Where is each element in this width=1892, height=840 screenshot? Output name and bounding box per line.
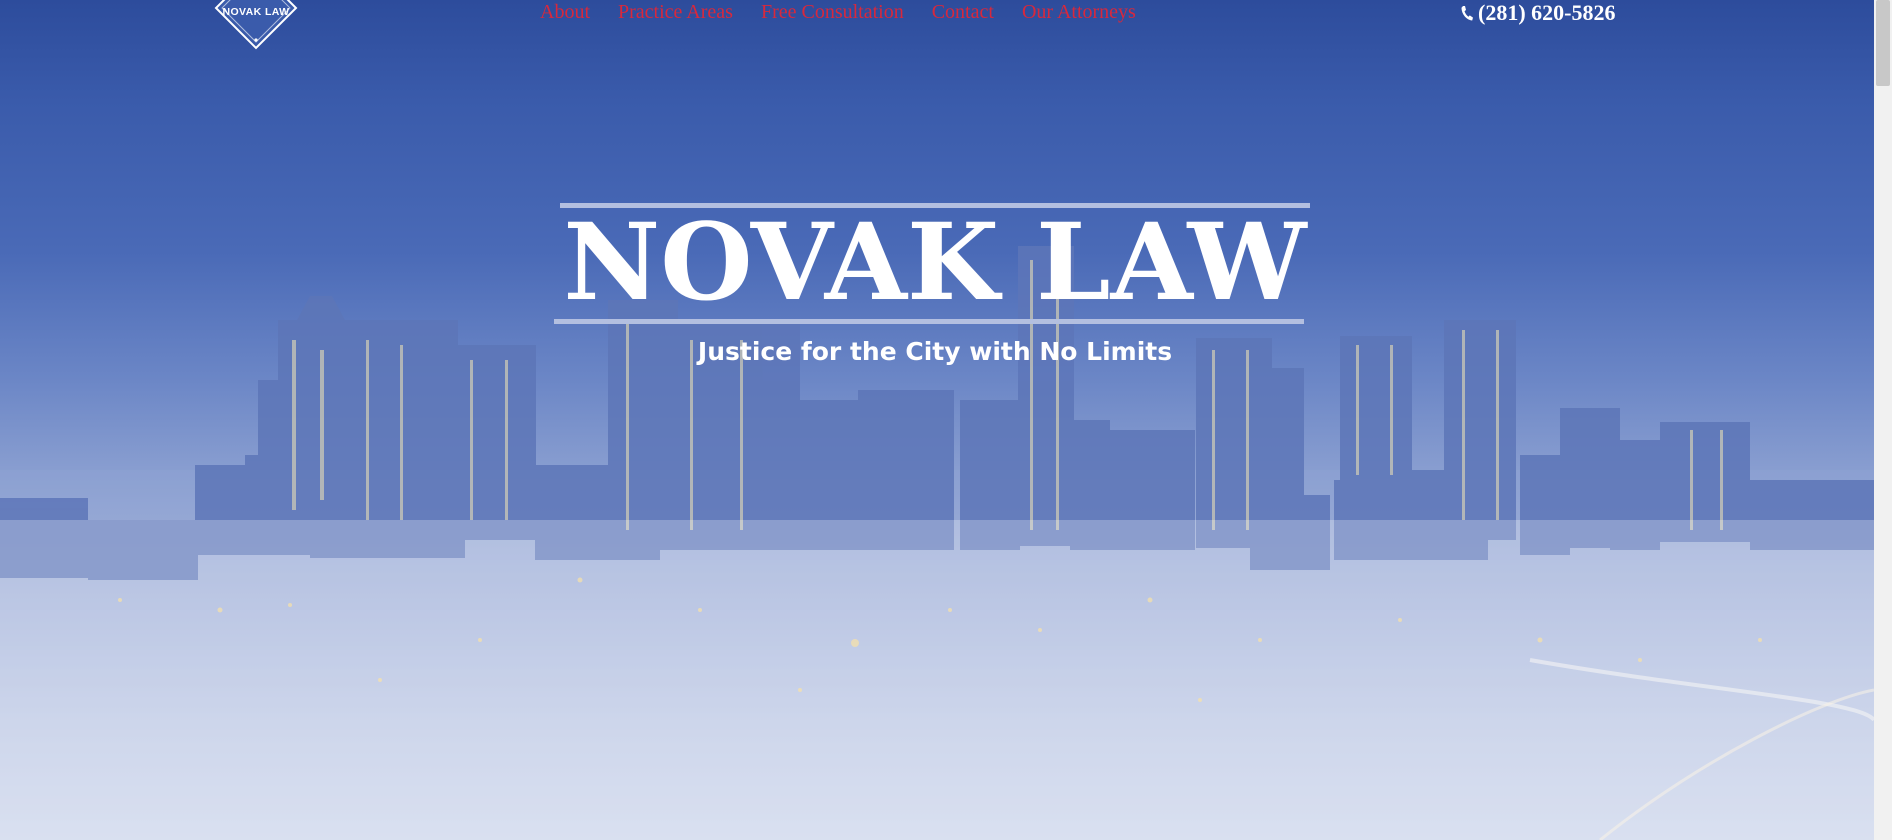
nav-link-contact[interactable]: Contact xyxy=(932,1,994,27)
city-skyline-image xyxy=(0,246,1874,840)
hero-title: NOVAK LAW xyxy=(563,199,1307,324)
phone-number: (281) 620-5826 xyxy=(1478,0,1616,25)
phone-icon xyxy=(1461,5,1473,20)
hero-tagline: Justice for the City with No Limits xyxy=(697,337,1173,366)
nav-link-practice-areas[interactable]: Practice Areas xyxy=(618,1,733,27)
hero-section xyxy=(0,0,1874,840)
phone-link[interactable]: (281) 620-5826 xyxy=(1460,0,1615,26)
main-nav: About Practice Areas Free Consultation C… xyxy=(540,1,1136,27)
nav-link-our-attorneys[interactable]: Our Attorneys xyxy=(1022,1,1136,27)
page: NOVAK LAW About Practice Areas Free Cons… xyxy=(0,0,1892,840)
nav-link-free-consultation[interactable]: Free Consultation xyxy=(761,1,904,27)
logo-text: NOVAK LAW xyxy=(222,6,290,18)
title-rule-bottom xyxy=(554,319,1304,324)
nav-link-about[interactable]: About xyxy=(540,1,590,27)
page-scrollbar[interactable] xyxy=(1874,0,1892,840)
scrollbar-thumb[interactable] xyxy=(1876,0,1890,86)
